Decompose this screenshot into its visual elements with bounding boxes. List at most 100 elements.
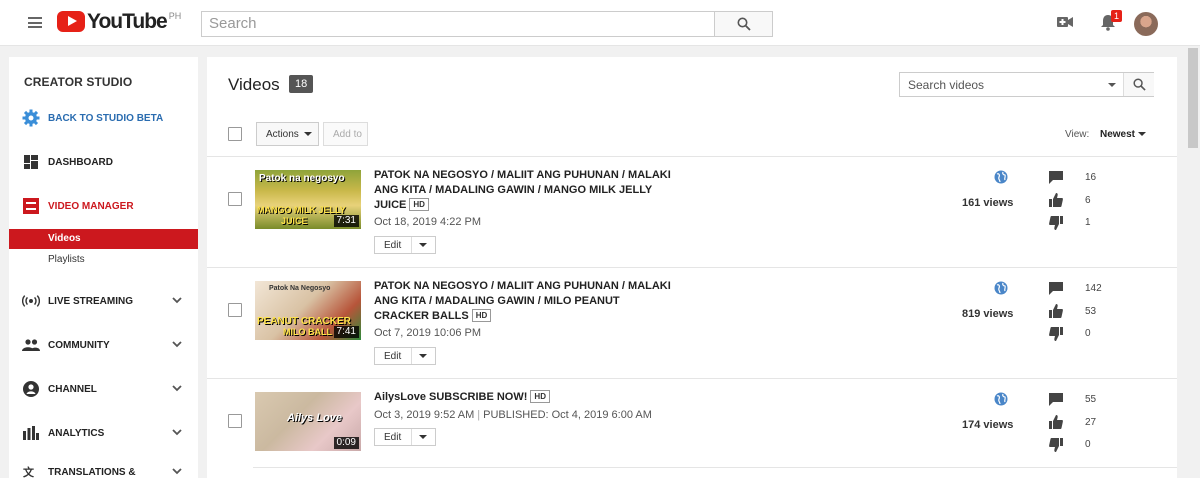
video-checkbox[interactable] [228,303,242,317]
sidebar-item-label: LIVE STREAMING [48,295,134,307]
sidebar-item-dashboard[interactable]: DASHBOARD [9,147,198,177]
search-videos-button[interactable] [1123,73,1154,96]
date-separator: | [477,409,481,421]
video-thumbnail[interactable]: Ailys Love 0:09 [255,392,361,451]
video-duration: 7:31 [333,215,359,227]
chevron-down-icon[interactable] [172,297,182,304]
view-count: 161 views [962,197,1014,209]
live-icon [22,292,40,310]
add-to-button[interactable]: Add to [323,122,368,146]
sidebar-subitem-videos[interactable]: Videos [9,229,198,249]
translations-icon: 文 [22,463,40,478]
dislike-count: 0 [1085,328,1091,339]
comment-count: 142 [1085,283,1102,294]
search-icon [1133,78,1146,91]
chevron-down-icon[interactable] [172,341,182,348]
sidebar-item-label: CHANNEL [48,383,97,395]
sidebar-item-community[interactable]: COMMUNITY [9,330,198,360]
video-title-text: PATOK NA NEGOSYO / MALIIT ANG PUHUNAN / … [374,280,671,322]
notification-badge: 1 [1111,10,1123,22]
logo-text: YouTube [87,10,168,33]
like-count: 27 [1085,417,1097,428]
sidebar-subitem-playlists[interactable]: Playlists [9,250,198,270]
caret-down-icon[interactable] [419,354,427,358]
video-row: Ailys Love 0:09 AilysLove SUBSCRIBE NOW!… [207,379,1177,478]
edit-button[interactable]: Edit [374,236,436,254]
like-count: 6 [1085,195,1091,206]
sidebar-item-analytics[interactable]: ANALYTICS [9,418,198,448]
sidebar-item-label: VIDEO MANAGER [48,200,134,212]
sidebar-item-channel[interactable]: CHANNEL [9,374,198,404]
actions-label: Actions [266,129,299,140]
thumbnail-text: Ailys Love [287,412,343,424]
video-title[interactable]: PATOK NA NEGOSYO / MALIIT ANG PUHUNAN / … [374,168,674,213]
menu-icon[interactable] [28,17,42,28]
comment-count: 16 [1085,172,1097,183]
scrollbar-thumb[interactable] [1188,48,1198,148]
sort-order-dropdown[interactable]: Newest [1100,129,1135,140]
video-checkbox[interactable] [228,414,242,428]
video-title[interactable]: AilysLove SUBSCRIBE NOW! HD [374,390,694,405]
public-globe-icon [994,392,1008,406]
caret-down-icon[interactable] [419,243,427,247]
sidebar-item-label: ANALYTICS [48,427,105,439]
sidebar-item-label: COMMUNITY [48,339,110,351]
search-options-caret-icon[interactable] [1108,83,1116,87]
video-duration: 7:41 [333,326,359,338]
video-date: Oct 18, 2019 4:22 PM [374,216,482,228]
sidebar-item-label: BACK TO STUDIO BETA [48,112,164,124]
divider [411,348,412,364]
search-button[interactable] [714,11,773,37]
channel-icon [22,380,40,398]
thumbnail-text: MANGO MILK JELLY [257,205,346,215]
sidebar-item-back-to-studio-beta[interactable]: BACK TO STUDIO BETA [9,103,198,133]
sidebar-item-translations[interactable]: 文 TRANSLATIONS & [9,457,198,478]
dashboard-icon [22,153,40,171]
edit-button[interactable]: Edit [374,428,436,446]
thumbnail-text: MILO BALL [283,327,332,337]
chevron-down-icon[interactable] [172,385,182,392]
comment-icon [1049,282,1063,295]
upload-video-icon[interactable] [1057,16,1073,28]
video-checkbox[interactable] [228,192,242,206]
edit-button[interactable]: Edit [374,347,436,365]
edit-label: Edit [384,351,402,362]
sidebar: CREATOR STUDIO BACK TO STUDIO BETA DASHB… [9,57,198,478]
actions-dropdown[interactable]: Actions [256,122,319,146]
search-videos-input[interactable]: Search videos [899,72,1154,97]
search-videos-placeholder: Search videos [908,78,985,92]
like-count: 53 [1085,306,1097,317]
youtube-logo[interactable]: YouTube PH [57,11,181,33]
thumbs-down-icon [1049,438,1063,452]
sidebar-item-video-manager[interactable]: VIDEO MANAGER [9,191,198,221]
thumbs-up-icon [1049,415,1063,429]
search-input[interactable]: Search [201,11,715,37]
video-manager-icon [22,197,40,215]
caret-down-icon[interactable] [1138,132,1146,136]
svg-text:文: 文 [23,465,35,478]
view-count: 174 views [962,419,1014,431]
hd-badge: HD [409,198,429,211]
edit-label: Edit [384,240,402,251]
video-date: Oct 3, 2019 9:52 AM | PUBLISHED: Oct 4, 20… [374,409,652,421]
gear-icon [22,109,40,127]
video-row: Patok na negosyo MANGO MILK JELLY JUICE … [207,157,1177,268]
video-thumbnail[interactable]: Patok Na Negosyo PEANUT CRACKER MILO BAL… [255,281,361,340]
video-title[interactable]: PATOK NA NEGOSYO / MALIIT ANG PUHUNAN / … [374,279,674,324]
video-count-badge: 18 [289,75,314,93]
community-icon [22,336,40,354]
select-all-checkbox[interactable] [228,127,242,141]
video-duration: 0:09 [333,437,359,449]
avatar[interactable] [1134,12,1158,36]
video-date: Oct 7, 2019 10:06 PM [374,327,482,339]
video-title-text: AilysLove SUBSCRIBE NOW! [374,391,528,403]
video-thumbnail[interactable]: Patok na negosyo MANGO MILK JELLY JUICE … [255,170,361,229]
caret-down-icon[interactable] [419,435,427,439]
hd-badge: HD [530,390,550,403]
public-globe-icon [994,281,1008,295]
chevron-down-icon[interactable] [172,468,182,475]
sidebar-item-live-streaming[interactable]: LIVE STREAMING [9,286,198,316]
chevron-down-icon[interactable] [172,429,182,436]
edit-label: Edit [384,432,402,443]
view-count: 819 views [962,308,1014,320]
